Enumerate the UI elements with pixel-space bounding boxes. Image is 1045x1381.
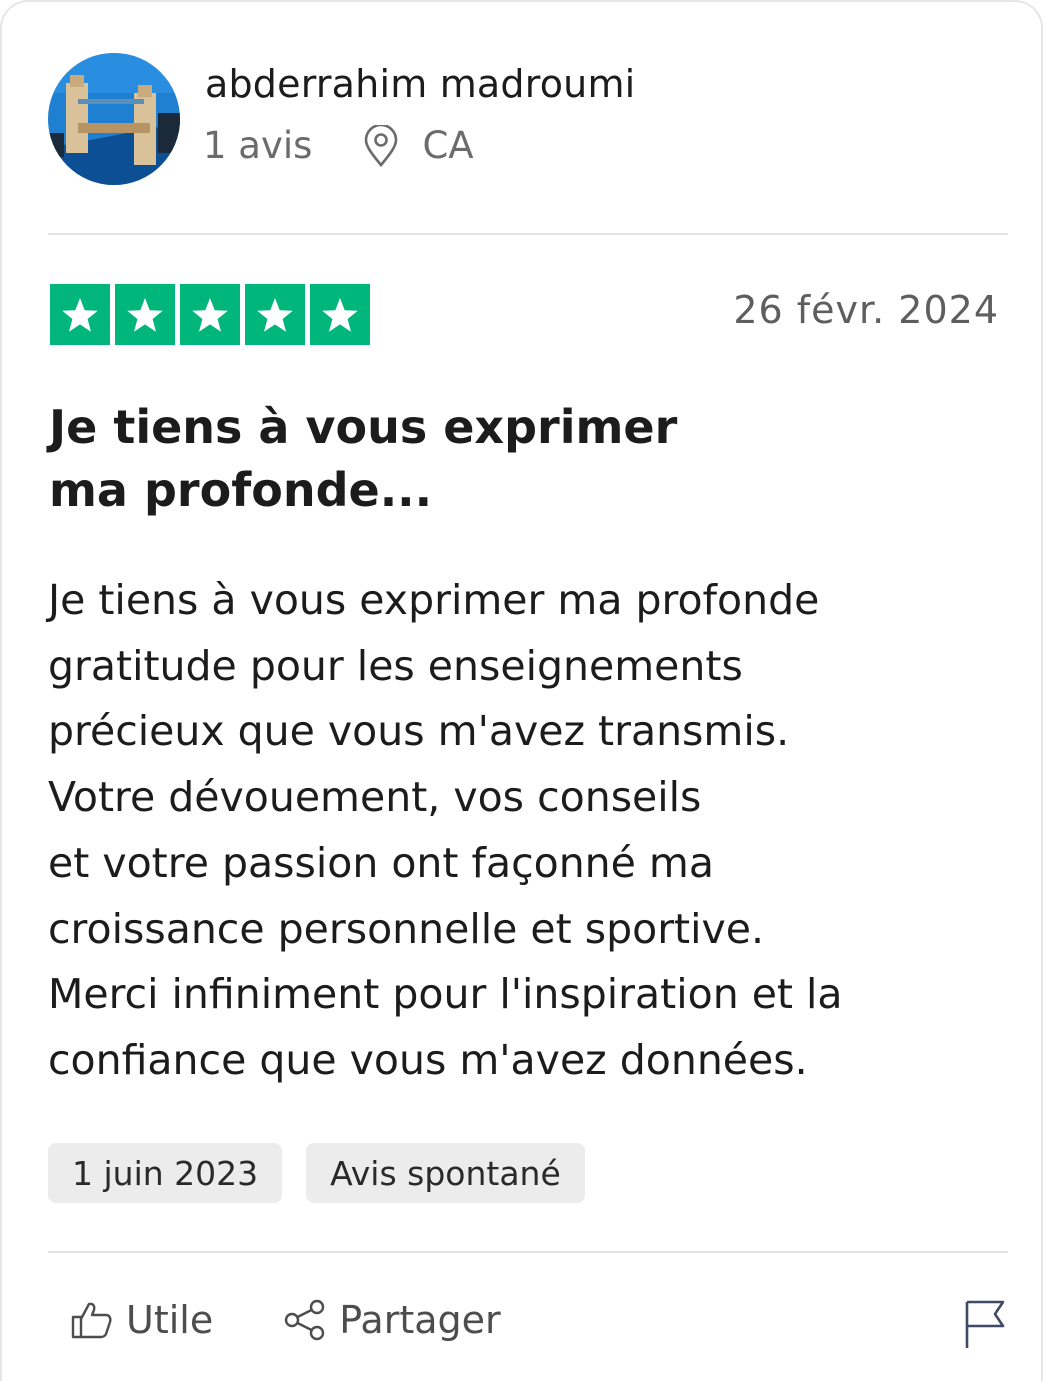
star-icon [180,284,240,345]
star-rating [50,284,370,345]
review-body: Je tiens à vous exprimer ma profonde gra… [48,568,948,1094]
review-body-line: Je tiens à vous exprimer ma profonde [48,576,820,624]
star-icon [310,284,370,345]
review-body-line: Votre dévouement, vos conseils [48,773,702,822]
review-source-tag: Avis spontané [306,1143,585,1203]
review-title-line: ma profonde... [49,463,433,517]
review-actions: Utile Partager [70,1298,501,1342]
share-button[interactable]: Partager [283,1298,501,1342]
review-body-line: précieux que vous m'avez transmis. [48,707,790,756]
experience-date-tag: 1 juin 2023 [48,1143,283,1203]
review-card: abderrahim madroumi 1 avis CA 26 févr. 2… [0,0,1043,1381]
reviewer-name[interactable]: abderrahim madroumi [205,62,635,106]
review-body-line: confiance que vous m'avez données. [48,1035,808,1084]
avatar-image [48,53,180,185]
reviewer-meta: 1 avis CA [203,123,474,167]
review-title[interactable]: Je tiens à vous exprimer ma profonde... [49,396,689,522]
star-icon [245,284,305,345]
star-icon [115,284,175,345]
report-button[interactable] [962,1298,1008,1350]
review-body-line: et votre passion ont façonné ma [48,838,714,887]
review-body-line: Merci infiniment pour l'inspiration et l… [48,970,843,1019]
useful-button[interactable]: Utile [70,1298,213,1342]
useful-label: Utile [126,1298,214,1342]
share-icon [285,1299,325,1341]
star-icon [50,284,110,345]
review-tags: 1 juin 2023 Avis spontané [48,1143,585,1203]
review-body-line: gratitude pour les enseignements [48,641,743,690]
header-divider [48,233,1008,235]
flag-icon [965,1300,1005,1348]
review-count: 1 avis [203,124,313,167]
share-label: Partager [339,1298,501,1342]
location-pin-icon [362,123,400,167]
review-date: 26 févr. 2024 [733,288,999,332]
review-body-line: croissance personnelle et sportive. [48,904,765,953]
review-title-line: Je tiens à vous exprimer [49,400,678,454]
thumbs-up-icon [71,1302,112,1339]
reviewer-avatar[interactable] [48,53,180,185]
footer-divider [48,1251,1008,1253]
reviewer-country: CA [422,124,474,167]
